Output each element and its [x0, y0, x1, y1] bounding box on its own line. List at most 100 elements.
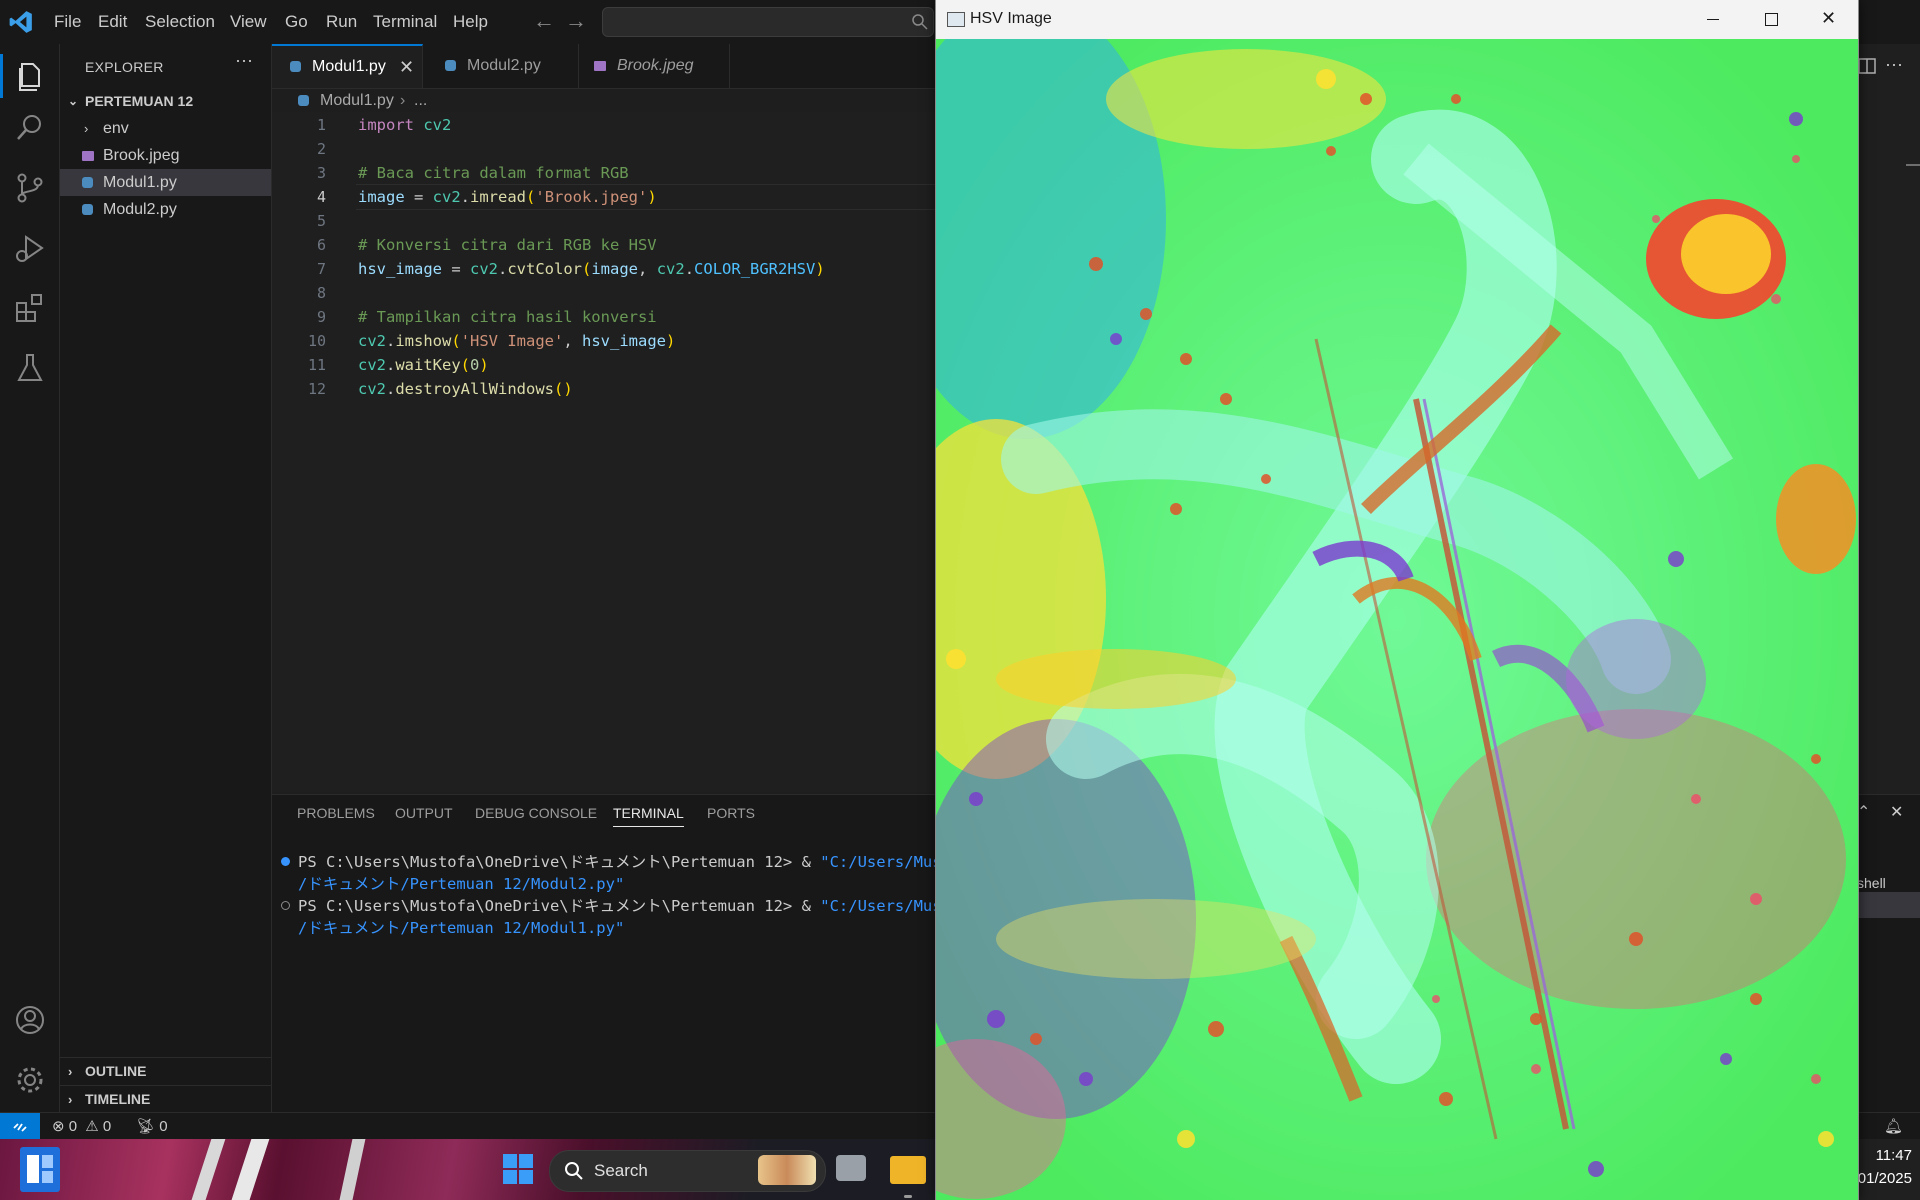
code-line-4: image = cv2.imread('Brook.jpeg'): [358, 188, 657, 206]
menu-edit[interactable]: Edit: [98, 0, 127, 44]
outline-label: OUTLINE: [85, 1063, 147, 1079]
tree-item-label: Brook.jpeg: [103, 147, 180, 164]
maximize-button[interactable]: [1742, 0, 1800, 39]
run-debug-icon[interactable]: [12, 230, 48, 266]
extensions-icon[interactable]: [12, 290, 48, 326]
outline-section[interactable]: › OUTLINE: [60, 1057, 271, 1085]
image-file-icon: [82, 151, 94, 161]
broadcast-icon: 📡︎: [136, 1118, 156, 1135]
close-panel-icon[interactable]: ✕: [1890, 802, 1903, 822]
menu-run[interactable]: Run: [326, 0, 357, 44]
line-number: 9: [316, 308, 326, 326]
tree-item-label: Modul2.py: [103, 201, 177, 218]
close-icon[interactable]: ✕: [399, 46, 414, 88]
testing-flask-icon[interactable]: [12, 350, 48, 386]
menu-go[interactable]: Go: [285, 0, 308, 44]
terminal-line-2: PS C:\Users\Mustofa\OneDrive\ドキュメント\Pert…: [298, 897, 942, 915]
line-number: 5: [316, 212, 326, 230]
forward-arrow-icon[interactable]: →: [565, 8, 587, 34]
line-number: 1: [316, 116, 326, 134]
tab-brook-jpeg[interactable]: Brook.jpeg: [579, 44, 730, 88]
line-number: 11: [307, 356, 326, 374]
search-icon[interactable]: [12, 110, 48, 146]
code-line-3: # Baca citra dalam format RGB: [358, 164, 629, 182]
terminal-line-2-cont: /ドキュメント/Pertemuan 12/Modul1.py": [298, 919, 625, 937]
line-number: 2: [316, 140, 326, 158]
more-actions-icon[interactable]: ···: [1885, 54, 1903, 75]
source-control-icon[interactable]: [12, 170, 48, 206]
chevron-right-icon: ›: [400, 92, 406, 109]
back-arrow-icon[interactable]: ←: [533, 8, 555, 34]
notifications-bell-icon[interactable]: 🔔︎: [1884, 1113, 1903, 1140]
editor-right-edge: ··· ⌃ ✕ shell: [1857, 44, 1920, 1113]
python-file-icon: [445, 60, 456, 71]
vscode-logo-icon[interactable]: [8, 9, 34, 35]
code-editor[interactable]: 1 2 3 4 5 6 7 8 9 10 11 12 import cv2 # …: [272, 112, 956, 792]
split-editor-icon[interactable]: [1857, 56, 1877, 76]
panel-tab-terminal[interactable]: TERMINAL: [613, 805, 684, 827]
breadcrumb-symbol[interactable]: ...: [414, 89, 427, 113]
panel-tab-ports[interactable]: PORTS: [707, 805, 755, 821]
code-line-10: cv2.imshow('HSV Image', hsv_image): [358, 332, 676, 350]
menu-file[interactable]: File: [54, 0, 81, 44]
panel-tab-debug-console[interactable]: DEBUG CONSOLE: [475, 805, 597, 821]
minimize-button[interactable]: [1684, 0, 1742, 39]
maximize-panel-icon[interactable]: ⌃: [1857, 802, 1870, 822]
panel-tab-problems[interactable]: PROBLEMS: [297, 805, 375, 821]
tree-item-brook-jpeg[interactable]: Brook.jpeg: [60, 142, 271, 169]
search-highlight-image: [758, 1155, 816, 1185]
remote-indicator-icon[interactable]: [0, 1113, 40, 1140]
editor-tabs: Modul1.py ✕ Modul2.py Brook.jpeg: [272, 44, 972, 89]
search-icon: [912, 14, 928, 30]
line-number: 3: [316, 164, 326, 182]
timeline-label: TIMELINE: [85, 1091, 151, 1107]
command-center-search[interactable]: [602, 7, 934, 37]
tab-modul2[interactable]: Modul2.py: [423, 44, 579, 88]
terminal-list-item-selected[interactable]: [1857, 892, 1920, 918]
explorer-icon[interactable]: [12, 58, 48, 94]
explorer-sidebar: EXPLORER ··· ⌄ PERTEMUAN 12 › env Brook.…: [60, 44, 272, 1112]
command-pending-dot[interactable]: [281, 901, 290, 910]
taskbar-search[interactable]: Search: [549, 1150, 826, 1192]
more-actions-icon[interactable]: ···: [235, 50, 253, 71]
terminal-line-1: PS C:\Users\Mustofa\OneDrive\ドキュメント\Pert…: [298, 853, 942, 871]
tree-item-modul1[interactable]: Modul1.py: [60, 169, 271, 196]
task-view-icon[interactable]: [836, 1155, 866, 1181]
tree-item-modul2[interactable]: Modul2.py: [60, 196, 271, 223]
window-title: HSV Image: [970, 10, 1052, 27]
window-titlebar[interactable]: HSV Image ✕: [936, 0, 1858, 39]
python-file-icon: [290, 61, 301, 72]
close-button[interactable]: ✕: [1800, 0, 1858, 39]
code-line-11: cv2.waitKey(0): [358, 356, 489, 374]
windows-start-icon[interactable]: [500, 1151, 536, 1187]
workspace-folder-label: PERTEMUAN 12: [85, 93, 194, 109]
tab-modul1[interactable]: Modul1.py ✕: [272, 44, 423, 88]
timeline-section[interactable]: › TIMELINE: [60, 1085, 271, 1113]
code-line-12: cv2.destroyAllWindows(): [358, 380, 573, 398]
menu-help[interactable]: Help: [453, 0, 488, 44]
tree-item-env[interactable]: › env: [60, 115, 271, 142]
minimap[interactable]: [1857, 94, 1920, 844]
settings-gear-icon[interactable]: [12, 1062, 48, 1098]
activity-bar: [0, 44, 60, 1112]
search-icon: [565, 1162, 583, 1180]
line-number: 7: [316, 260, 326, 278]
bottom-panel: PROBLEMS OUTPUT DEBUG CONSOLE TERMINAL P…: [272, 794, 942, 1113]
workspace-folder[interactable]: ⌄ PERTEMUAN 12: [60, 88, 271, 115]
python-file-icon: [298, 95, 309, 106]
command-success-dot[interactable]: [281, 857, 290, 866]
breadcrumb-file[interactable]: Modul1.py: [320, 89, 394, 113]
account-icon[interactable]: [12, 1002, 48, 1038]
menu-terminal[interactable]: Terminal: [373, 0, 437, 44]
hsv-image-window: HSV Image ✕: [935, 0, 1859, 1200]
panel-tab-output[interactable]: OUTPUT: [395, 805, 453, 821]
code-line-1: import cv2: [358, 116, 452, 134]
code-line-9: # Tampilkan citra hasil konversi: [358, 308, 657, 326]
menu-view[interactable]: View: [230, 0, 267, 44]
widgets-icon[interactable]: [20, 1147, 60, 1192]
ports-status[interactable]: 📡︎ 0: [136, 1113, 168, 1140]
problems-status[interactable]: ⊗ 0 ⚠ 0: [52, 1113, 111, 1140]
menu-selection[interactable]: Selection: [145, 0, 215, 44]
overview-ruler-mark: [1906, 164, 1920, 166]
file-explorer-icon[interactable]: [890, 1156, 926, 1184]
